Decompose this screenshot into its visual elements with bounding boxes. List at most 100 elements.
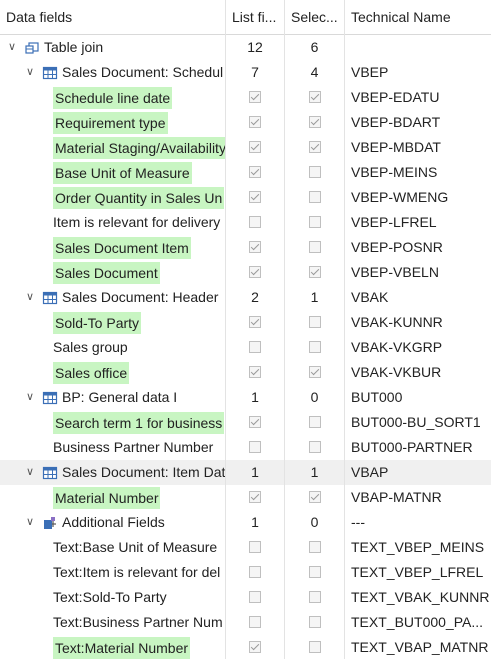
field-row[interactable]: Material Number VBAP-MATNR xyxy=(0,485,491,510)
field-row[interactable]: Search term 1 for business BUT000-BU_SORT… xyxy=(0,410,491,435)
field-row[interactable]: Sales office VBAK-VKBUR xyxy=(0,360,491,385)
column-header-list-fields[interactable]: List fi... xyxy=(226,0,284,34)
list-field-checkbox[interactable] xyxy=(249,91,261,104)
data-field-cell: Schedule line date xyxy=(0,85,225,110)
list-field-checkbox[interactable] xyxy=(249,566,261,579)
list-field-count: 2 xyxy=(251,289,259,305)
selection-field-checkbox[interactable] xyxy=(308,191,321,204)
technical-name: TEXT_VBEP_LFREL xyxy=(351,564,484,580)
selection-field-checkbox[interactable] xyxy=(308,541,321,554)
technical-name: VBEP-WMENG xyxy=(351,189,449,205)
field-row[interactable]: Business Partner Number BUT000-PARTNER xyxy=(0,435,491,460)
chevron-down-icon[interactable]: ∨ xyxy=(24,460,36,485)
list-field-checkbox[interactable] xyxy=(249,441,261,454)
selection-field-checkbox[interactable] xyxy=(308,416,321,429)
selection-field-checkbox[interactable] xyxy=(308,591,321,604)
technical-name: VBAP-MATNR xyxy=(351,489,442,505)
list-field-checkbox[interactable] xyxy=(249,116,261,129)
data-field-cell: Text:Sold-To Party xyxy=(0,585,225,610)
field-row[interactable]: Sales Document VBEP-VBELN xyxy=(0,260,491,285)
field-row[interactable]: Text:Sold-To Party TEXT_VBAK_KUNNR xyxy=(0,585,491,610)
field-label: Material Number xyxy=(53,487,161,509)
chevron-down-icon[interactable]: ∨ xyxy=(24,510,36,535)
table-node-row[interactable]: ∨ BP: General data I 1 0 BUT000 xyxy=(0,385,491,410)
selection-field-checkbox[interactable] xyxy=(308,141,321,154)
field-row[interactable]: Sales group VBAK-VKGRP xyxy=(0,335,491,360)
join-node-row[interactable]: ∨ Table join 12 6 xyxy=(0,35,491,60)
data-field-cell: Requirement type xyxy=(0,110,225,135)
field-label: Text:Item is relevant for del xyxy=(53,564,221,580)
selection-field-checkbox[interactable] xyxy=(308,566,321,579)
data-field-cell: Order Quantity in Sales Un xyxy=(0,185,225,210)
field-row[interactable]: Text:Business Partner Num TEXT_BUT000_PA.… xyxy=(0,610,491,635)
column-header-selection[interactable]: Selec... xyxy=(285,0,344,34)
list-field-checkbox[interactable] xyxy=(249,266,261,279)
list-field-cell xyxy=(226,110,284,135)
field-label: Schedule line date xyxy=(53,87,173,109)
list-field-checkbox[interactable] xyxy=(249,491,261,504)
list-field-cell xyxy=(226,85,284,110)
field-row[interactable]: Sold-To Party VBAK-KUNNR xyxy=(0,310,491,335)
selection-field-checkbox[interactable] xyxy=(308,166,321,179)
field-row[interactable]: Text:Base Unit of Measure TEXT_VBEP_MEINS xyxy=(0,535,491,560)
field-row[interactable]: Item is relevant for delivery VBEP-LFREL xyxy=(0,210,491,235)
selection-field-checkbox[interactable] xyxy=(308,266,321,279)
selection-field-checkbox[interactable] xyxy=(308,641,321,654)
list-field-checkbox[interactable] xyxy=(249,616,261,629)
selection-field-checkbox[interactable] xyxy=(308,341,321,354)
field-label: Sold-To Party xyxy=(53,312,142,334)
field-row[interactable]: Base Unit of Measure VBEP-MEINS xyxy=(0,160,491,185)
list-field-checkbox[interactable] xyxy=(249,541,261,554)
list-field-checkbox[interactable] xyxy=(249,316,261,329)
chevron-down-icon[interactable]: ∨ xyxy=(6,35,18,60)
selection-field-checkbox[interactable] xyxy=(308,116,321,129)
column-header-data-fields[interactable]: Data fields xyxy=(0,0,225,34)
list-field-checkbox[interactable] xyxy=(249,341,261,354)
list-field-checkbox[interactable] xyxy=(249,216,261,229)
list-field-cell xyxy=(226,435,284,460)
selection-field-count: 6 xyxy=(310,39,319,55)
field-row[interactable]: Text:Item is relevant for del TEXT_VBEP_L… xyxy=(0,560,491,585)
field-row[interactable]: Text:Material Number TEXT_VBAP_MATNR xyxy=(0,635,491,660)
list-field-checkbox[interactable] xyxy=(249,416,261,429)
list-field-checkbox[interactable] xyxy=(249,191,261,204)
selection-field-checkbox[interactable] xyxy=(308,91,321,104)
list-field-checkbox[interactable] xyxy=(249,166,261,179)
field-row[interactable]: Requirement type VBEP-BDART xyxy=(0,110,491,135)
selection-field-checkbox[interactable] xyxy=(308,491,321,504)
list-field-checkbox[interactable] xyxy=(249,591,261,604)
selection-field-checkbox[interactable] xyxy=(308,616,321,629)
list-field-checkbox[interactable] xyxy=(249,141,261,154)
selection-field-checkbox[interactable] xyxy=(308,366,321,379)
list-field-checkbox[interactable] xyxy=(249,241,261,254)
list-field-cell xyxy=(226,210,284,235)
chevron-down-icon[interactable]: ∨ xyxy=(24,385,36,410)
chevron-down-icon[interactable]: ∨ xyxy=(24,285,36,310)
data-field-cell: Item is relevant for delivery xyxy=(0,210,225,235)
additional-node-row[interactable]: ∨ Additional Fields 1 0 --- xyxy=(0,510,491,535)
table-node-row[interactable]: ∨ Sales Document: Schedul 7 4 VBEP xyxy=(0,60,491,85)
field-row[interactable]: Sales Document Item VBEP-POSNR xyxy=(0,235,491,260)
field-label: Text:Base Unit of Measure xyxy=(53,539,218,555)
list-field-count: 1 xyxy=(251,389,259,405)
field-label: Sales office xyxy=(53,362,130,384)
column-divider[interactable] xyxy=(344,0,345,659)
field-row[interactable]: Order Quantity in Sales Un VBEP-WMENG xyxy=(0,185,491,210)
column-divider[interactable] xyxy=(225,0,226,659)
selection-field-checkbox[interactable] xyxy=(308,241,321,254)
selection-field-checkbox[interactable] xyxy=(308,316,321,329)
data-fields-tree-grid: Data fields List fi... Selec... Technica… xyxy=(0,0,491,660)
list-field-checkbox[interactable] xyxy=(249,366,261,379)
field-label: Search term 1 for business xyxy=(53,412,225,434)
selection-field-checkbox[interactable] xyxy=(308,216,321,229)
selection-field-checkbox[interactable] xyxy=(308,441,321,454)
table-node-row[interactable]: ∨ Sales Document: Header 2 1 VBAK xyxy=(0,285,491,310)
list-field-cell xyxy=(226,335,284,360)
field-row[interactable]: Schedule line date VBEP-EDATU xyxy=(0,85,491,110)
list-field-checkbox[interactable] xyxy=(249,641,261,654)
field-row[interactable]: Material Staging/Availability VBEP-MBDAT xyxy=(0,135,491,160)
chevron-down-icon[interactable]: ∨ xyxy=(24,60,36,85)
column-divider[interactable] xyxy=(284,0,285,659)
column-header-technical-name[interactable]: Technical Name xyxy=(345,0,491,34)
table-node-row[interactable]: ∨ Sales Document: Item Dat 1 1 VBAP xyxy=(0,460,491,485)
